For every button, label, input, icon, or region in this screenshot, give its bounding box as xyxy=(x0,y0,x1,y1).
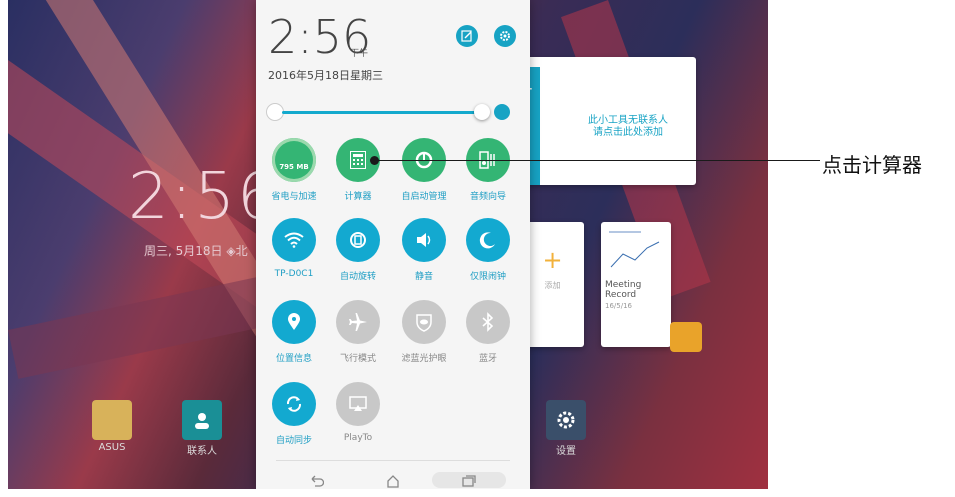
add-icon: + xyxy=(542,246,563,274)
tile-auto-start[interactable]: 自启动管理 xyxy=(394,138,454,202)
tile-audio-wizard[interactable]: 音频向导 xyxy=(458,138,518,202)
tile-label: 自动旋转 xyxy=(339,272,376,282)
tile-mute[interactable]: 静音 xyxy=(394,218,454,282)
contacts-icon xyxy=(182,400,222,440)
panel-ampm: 下午 xyxy=(350,49,369,59)
home-screen: 2:56 周三, 5月18日 ◈北 + 此小工具无联系人 请点击此处添加 + 添… xyxy=(8,0,768,489)
airplane-icon xyxy=(336,300,380,344)
annotation-text: 点击计算器 xyxy=(822,153,922,177)
tile-label: 自动同步 xyxy=(275,436,312,446)
tile-label: 滤蓝光护眼 xyxy=(401,354,447,364)
tile-alarms-only[interactable]: 仅限闹钟 xyxy=(458,218,518,282)
tile-label: 位置信息 xyxy=(275,354,312,364)
annotation-pointer-line xyxy=(374,160,820,161)
note-widget[interactable]: Meeting Record 16/5/16 xyxy=(601,222,671,347)
dock-label: ASUS xyxy=(98,442,126,453)
tile-wifi[interactable]: TP-D0C1 xyxy=(264,218,324,279)
add-label: 添加 xyxy=(544,281,561,290)
note-date: 16/5/16 xyxy=(605,302,632,310)
eye-care-icon xyxy=(402,300,446,344)
tile-auto-sync[interactable]: 自动同步 xyxy=(264,382,324,446)
contacts-widget-line2: 请点击此处添加 xyxy=(593,127,663,138)
folder-icon xyxy=(92,400,132,440)
tile-label: 计算器 xyxy=(344,192,372,202)
back-icon[interactable] xyxy=(310,475,324,487)
panel-divider xyxy=(276,460,510,461)
brightness-slider-handle[interactable] xyxy=(474,104,490,120)
tile-label: 自启动管理 xyxy=(401,192,447,202)
tile-label: 省电与加速 xyxy=(271,192,317,202)
location-icon xyxy=(272,300,316,344)
tile-eye-care[interactable]: 滤蓝光护眼 xyxy=(394,300,454,364)
tile-power-boost[interactable]: 795 MB 省电与加速 xyxy=(264,138,324,202)
home-icon[interactable] xyxy=(386,474,400,488)
dock-asus-folder[interactable]: ASUS xyxy=(90,400,134,453)
tile-label: TP-D0C1 xyxy=(274,269,314,279)
tile-label: 静音 xyxy=(414,272,433,282)
tile-label: 飞行模式 xyxy=(339,354,376,364)
tile-location[interactable]: 位置信息 xyxy=(264,300,324,364)
note-app-icon[interactable] xyxy=(670,322,702,352)
broom-icon: 795 MB xyxy=(272,138,316,182)
contacts-widget-line1: 此小工具无联系人 xyxy=(588,115,668,126)
tile-label: 仅限闹钟 xyxy=(469,272,506,282)
recents-icon[interactable] xyxy=(462,475,476,487)
wifi-icon xyxy=(272,218,316,262)
dock-label: 设置 xyxy=(556,446,576,457)
storage-label: 795 MB xyxy=(279,163,309,171)
edit-quick-settings-button[interactable] xyxy=(456,25,478,47)
settings-button[interactable] xyxy=(494,25,516,47)
dock-contacts[interactable]: 联系人 xyxy=(180,400,224,457)
edit-icon xyxy=(461,30,472,42)
sync-icon xyxy=(272,382,316,426)
dock-label: 联系人 xyxy=(187,446,217,457)
bluetooth-icon xyxy=(466,300,510,344)
gear-icon xyxy=(546,400,586,440)
quick-settings-panel: 2:56 下午 2016年5月18日星期三 795 MB 省电与加速 计算器 自… xyxy=(256,0,530,489)
dock-settings[interactable]: 设置 xyxy=(544,400,588,457)
rotate-icon xyxy=(336,218,380,262)
brightness-slider[interactable] xyxy=(282,111,482,114)
mute-icon xyxy=(402,218,446,262)
tile-label: 音频向导 xyxy=(469,192,506,202)
tile-playto[interactable]: PlayTo xyxy=(328,382,388,443)
note-thumbnail xyxy=(609,231,660,268)
panel-date: 2016年5月18日星期三 xyxy=(268,69,383,82)
add-note-widget[interactable]: + 添加 xyxy=(521,222,584,347)
home-date: 周三, 5月18日 ◈北 xyxy=(144,244,248,258)
auto-brightness-icon[interactable] xyxy=(494,104,510,120)
annotation-pointer-dot xyxy=(370,156,379,165)
tile-calculator[interactable]: 计算器 xyxy=(328,138,388,202)
tile-label: PlayTo xyxy=(343,433,373,443)
tile-label: 蓝牙 xyxy=(478,354,497,364)
gear-icon xyxy=(500,31,510,41)
cast-icon xyxy=(336,382,380,426)
navigation-bar xyxy=(256,470,530,489)
tile-auto-rotate[interactable]: 自动旋转 xyxy=(328,218,388,282)
note-title: Meeting Record xyxy=(605,280,642,300)
contacts-widget[interactable]: + 此小工具无联系人 请点击此处添加 xyxy=(518,57,696,185)
tile-bluetooth[interactable]: 蓝牙 xyxy=(458,300,518,364)
moon-icon xyxy=(466,218,510,262)
tile-airplane-mode[interactable]: 飞行模式 xyxy=(328,300,388,364)
